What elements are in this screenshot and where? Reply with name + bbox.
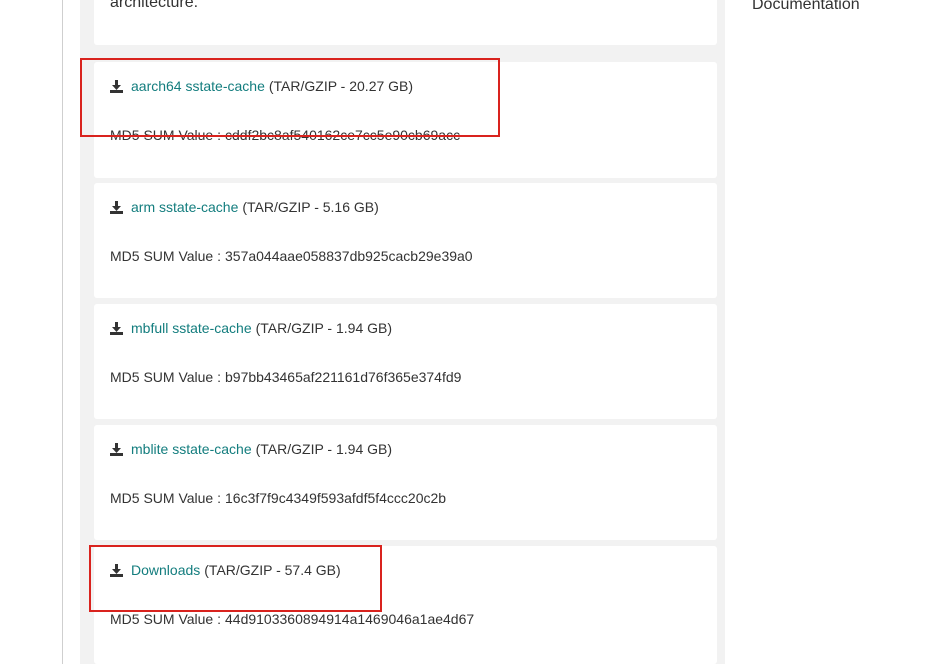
sidebar-link-documentation[interactable]: Documentation bbox=[752, 0, 860, 14]
download-card: mblite sstate-cache (TAR/GZIP - 1.94 GB)… bbox=[94, 425, 717, 540]
file-meta: (TAR/GZIP - 20.27 GB) bbox=[268, 78, 414, 94]
md5-row: MD5 SUM Value :16c3f7f9c4349f593afdf5f4c… bbox=[110, 490, 450, 506]
download-row: mbfull sstate-cache (TAR/GZIP - 1.94 GB) bbox=[110, 320, 392, 336]
download-card: arm sstate-cache (TAR/GZIP - 5.16 GB) MD… bbox=[94, 183, 717, 298]
md5-row: MD5 SUM Value : b97bb43465af221161d76f365… bbox=[110, 369, 465, 385]
intro-text: architecture. bbox=[110, 0, 199, 11]
download-card: aarch64 sstate-cache (TAR/GZIP - 20.27 G… bbox=[94, 62, 717, 178]
download-row: mblite sstate-cache (TAR/GZIP - 1.94 GB) bbox=[110, 441, 392, 457]
file-meta: (TAR/GZIP - 57.4 GB) bbox=[204, 562, 341, 578]
md5-row: MD5 SUM Value :357a044aae058837db925cacb… bbox=[110, 248, 477, 264]
md5-value: 44d9103360894914a1469046a1ae4d67 bbox=[225, 611, 475, 627]
download-link-mbfull-sstate-cache[interactable]: mbfull sstate-cache bbox=[131, 320, 252, 336]
download-link-mblite-sstate-cache[interactable]: mblite sstate-cache bbox=[131, 441, 252, 457]
md5-value: 16c3f7f9c4349f593afdf5f4ccc20c2b bbox=[225, 490, 447, 506]
file-meta: (TAR/GZIP - 1.94 GB) bbox=[255, 441, 393, 457]
md5-row: MD5 SUM Value : cddf2bc8af540162ce7cc5e90… bbox=[110, 127, 464, 143]
download-card: mbfull sstate-cache (TAR/GZIP - 1.94 GB)… bbox=[94, 304, 717, 419]
download-link-aarch64-sstate-cache[interactable]: aarch64 sstate-cache bbox=[131, 78, 265, 94]
md5-label: MD5 SUM Value : bbox=[110, 369, 221, 385]
md5-label: MD5 SUM Value : bbox=[110, 611, 221, 627]
md5-value: cddf2bc8af540162ce7cc5e90cb69acc bbox=[225, 127, 461, 143]
file-meta: (TAR/GZIP - 1.94 GB) bbox=[255, 320, 393, 336]
md5-label: MD5 SUM Value : bbox=[110, 490, 221, 506]
md5-row: MD5 SUM Value :44d9103360894914a1469046a… bbox=[110, 611, 478, 627]
download-link-downloads[interactable]: Downloads bbox=[131, 562, 200, 578]
download-icon bbox=[110, 200, 123, 214]
file-meta: (TAR/GZIP - 5.16 GB) bbox=[242, 199, 379, 215]
md5-value: b97bb43465af221161d76f365e374fd9 bbox=[225, 369, 462, 385]
download-link-arm-sstate-cache[interactable]: arm sstate-cache bbox=[131, 199, 238, 215]
md5-label: MD5 SUM Value : bbox=[110, 248, 221, 264]
md5-label: MD5 SUM Value : bbox=[110, 127, 221, 143]
left-divider bbox=[62, 0, 63, 664]
download-icon bbox=[110, 79, 123, 93]
download-row: Downloads (TAR/GZIP - 57.4 GB) bbox=[110, 562, 341, 578]
md5-value: 357a044aae058837db925cacb29e39a0 bbox=[225, 248, 473, 264]
download-icon bbox=[110, 563, 123, 577]
download-row: aarch64 sstate-cache (TAR/GZIP - 20.27 G… bbox=[110, 78, 413, 94]
download-row: arm sstate-cache (TAR/GZIP - 5.16 GB) bbox=[110, 199, 379, 215]
download-icon bbox=[110, 442, 123, 456]
download-icon bbox=[110, 321, 123, 335]
download-card: Downloads (TAR/GZIP - 57.4 GB) MD5 SUM V… bbox=[94, 546, 717, 664]
intro-card: architecture. bbox=[94, 0, 717, 45]
